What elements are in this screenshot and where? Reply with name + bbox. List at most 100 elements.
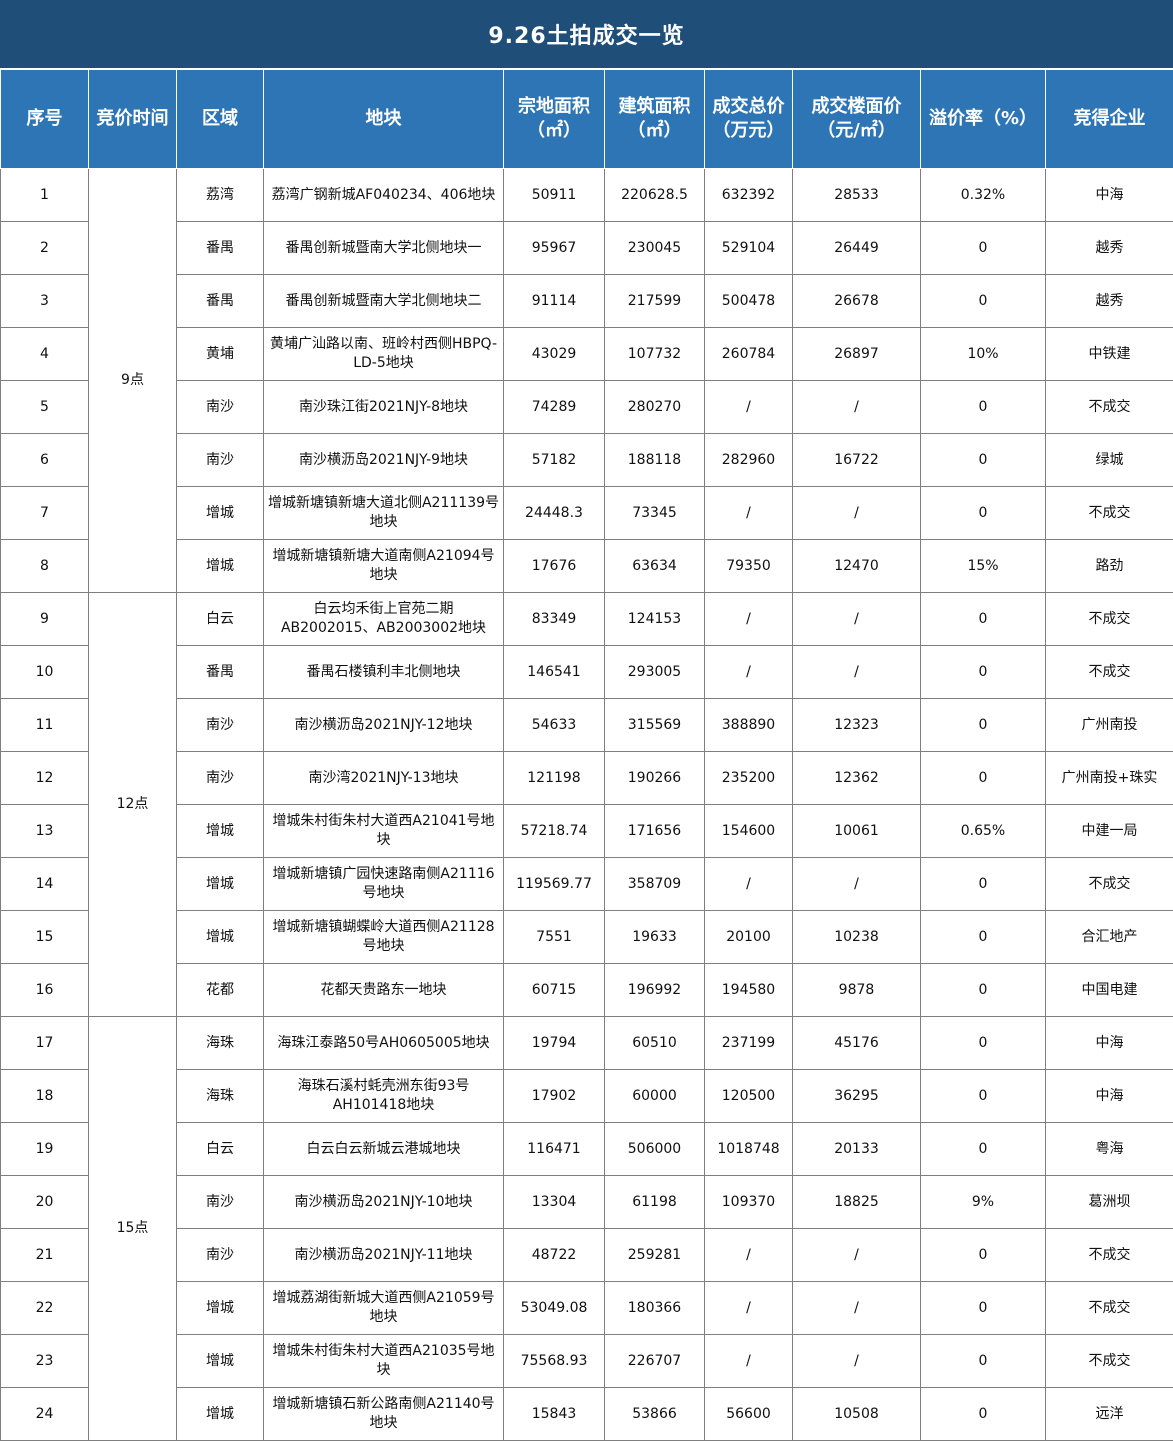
cell-plot: 南沙横沥岛2021NJY-11地块 xyxy=(263,1228,504,1282)
cell-land-area: 15843 xyxy=(503,1387,605,1441)
cell-seq: 17 xyxy=(0,1016,89,1070)
cell-land-area: 50911 xyxy=(503,168,605,222)
cell-company: 中海 xyxy=(1045,168,1173,222)
table-row: 20 南沙 南沙横沥岛2021NJY-10地块 13304 61198 109370 188… xyxy=(0,1175,1173,1229)
cell-seq: 22 xyxy=(0,1281,89,1335)
cell-unit-price: 26678 xyxy=(792,274,921,328)
table-title: 9.26土拍成交一览 xyxy=(0,0,1173,69)
cell-plot: 白云白云新城云港城地块 xyxy=(263,1122,504,1176)
cell-land-area: 53049.08 xyxy=(503,1281,605,1335)
cell-build-area: 293005 xyxy=(604,645,705,699)
cell-land-area: 24448.3 xyxy=(503,486,605,540)
cell-area: 增城 xyxy=(176,539,264,593)
cell-company: 广州南投 xyxy=(1045,698,1173,752)
cell-area: 增城 xyxy=(176,804,264,858)
cell-land-area: 43029 xyxy=(503,327,605,381)
cell-unit-price: / xyxy=(792,592,921,646)
cell-premium: 0 xyxy=(920,221,1046,275)
cell-plot: 黄埔广汕路以南、班岭村西侧HBPQ-LD-5地块 xyxy=(263,327,504,381)
cell-premium: 0 xyxy=(920,1122,1046,1176)
cell-time-group: 12点 xyxy=(88,592,177,1017)
cell-unit-price: 10238 xyxy=(792,910,921,964)
cell-plot: 番禺创新城暨南大学北侧地块一 xyxy=(263,221,504,275)
cell-plot: 番禺创新城暨南大学北侧地块二 xyxy=(263,274,504,328)
cell-plot: 南沙横沥岛2021NJY-9地块 xyxy=(263,433,504,487)
cell-total-price: / xyxy=(704,592,793,646)
cell-plot: 增城荔湖街新城大道西侧A21059号地块 xyxy=(263,1281,504,1335)
cell-premium: 0.32% xyxy=(920,168,1046,222)
cell-build-area: 506000 xyxy=(604,1122,705,1176)
cell-seq: 21 xyxy=(0,1228,89,1282)
cell-plot: 白云均禾街上官苑二期AB2002015、AB2003002地块 xyxy=(263,592,504,646)
cell-plot: 增城新塘镇新塘大道北侧A211139号地块 xyxy=(263,486,504,540)
cell-plot: 增城新塘镇蝴蝶岭大道西侧A21128号地块 xyxy=(263,910,504,964)
cell-seq: 9 xyxy=(0,592,89,646)
cell-unit-price: 12362 xyxy=(792,751,921,805)
cell-seq: 24 xyxy=(0,1387,89,1441)
cell-unit-price: 28533 xyxy=(792,168,921,222)
header-unit-price: 成交楼面价（元/㎡） xyxy=(792,69,921,169)
cell-land-area: 19794 xyxy=(503,1016,605,1070)
cell-company: 中铁建 xyxy=(1045,327,1173,381)
cell-land-area: 116471 xyxy=(503,1122,605,1176)
cell-unit-price: 10061 xyxy=(792,804,921,858)
cell-land-area: 60715 xyxy=(503,963,605,1017)
table-row: 18 海珠 海珠石溪村蚝壳洲东街93号AH101418地块 17902 60000 120… xyxy=(0,1069,1173,1123)
cell-area: 增城 xyxy=(176,857,264,911)
cell-land-area: 91114 xyxy=(503,274,605,328)
cell-company: 不成交 xyxy=(1045,380,1173,434)
table-row: 17 15点 海珠 海珠江泰路50号AH0605005地块 19794 60510 2371… xyxy=(0,1016,1173,1441)
cell-land-area: 7551 xyxy=(503,910,605,964)
cell-total-price: 529104 xyxy=(704,221,793,275)
cell-unit-price: / xyxy=(792,486,921,540)
cell-company: 越秀 xyxy=(1045,274,1173,328)
cell-unit-price: 20133 xyxy=(792,1122,921,1176)
cell-area: 番禺 xyxy=(176,274,264,328)
cell-plot: 花都天贵路东一地块 xyxy=(263,963,504,1017)
cell-total-price: / xyxy=(704,1228,793,1282)
header-premium: 溢价率（%） xyxy=(920,69,1046,169)
cell-build-area: 226707 xyxy=(604,1334,705,1388)
cell-seq: 18 xyxy=(0,1069,89,1123)
cell-land-area: 17902 xyxy=(503,1069,605,1123)
cell-total-price: 109370 xyxy=(704,1175,793,1229)
cell-land-area: 83349 xyxy=(503,592,605,646)
header-time: 竞价时间 xyxy=(88,69,177,169)
cell-plot: 增城新塘镇广园快速路南侧A21116号地块 xyxy=(263,857,504,911)
table-row: 5 南沙 南沙珠江街2021NJY-8地块 74289 280270//0 不成交 xyxy=(0,380,1173,434)
cell-premium: 10% xyxy=(920,327,1046,381)
table-body: 1 9点 荔湾 荔湾广钢新城AF040234、406地块 50911 220628.5 63… xyxy=(0,168,1173,1441)
header-plot: 地块 xyxy=(263,69,504,169)
cell-area: 南沙 xyxy=(176,698,264,752)
table-row: 9 12点 白云 白云均禾街上官苑二期AB2002015、AB2003002地块 833… xyxy=(0,592,1173,1017)
cell-build-area: 180366 xyxy=(604,1281,705,1335)
cell-build-area: 196992 xyxy=(604,963,705,1017)
cell-unit-price: 12470 xyxy=(792,539,921,593)
cell-plot: 荔湾广钢新城AF040234、406地块 xyxy=(263,168,504,222)
cell-premium: 0 xyxy=(920,1334,1046,1388)
cell-plot: 南沙横沥岛2021NJY-10地块 xyxy=(263,1175,504,1229)
cell-land-area: 57182 xyxy=(503,433,605,487)
table-row: 2 番禺 番禺创新城暨南大学北侧地块一 95967 230045 529104 26449 0… xyxy=(0,221,1173,275)
table-row: 6 南沙 南沙横沥岛2021NJY-9地块 57182 188118 282960 1672… xyxy=(0,433,1173,487)
cell-area: 黄埔 xyxy=(176,327,264,381)
cell-total-price: / xyxy=(704,486,793,540)
spreadsheet: 9.26土拍成交一览 序号 竞价时间 区域 地块 宗地面积（㎡） 建筑面积（㎡）… xyxy=(0,0,1173,1441)
table-row: 10 番禺 番禺石楼镇利丰北侧地块 146541 293005//0 不成交 xyxy=(0,645,1173,699)
header-row: 序号 竞价时间 区域 地块 宗地面积（㎡） 建筑面积（㎡） 成交总价（万元） 成… xyxy=(0,69,1173,169)
cell-total-price: 388890 xyxy=(704,698,793,752)
cell-total-price: / xyxy=(704,380,793,434)
cell-company: 粤海 xyxy=(1045,1122,1173,1176)
cell-company: 不成交 xyxy=(1045,645,1173,699)
header-total-price: 成交总价（万元） xyxy=(704,69,793,169)
cell-area: 白云 xyxy=(176,1122,264,1176)
cell-premium: 0 xyxy=(920,645,1046,699)
cell-land-area: 17676 xyxy=(503,539,605,593)
cell-seq: 15 xyxy=(0,910,89,964)
cell-total-price: 20100 xyxy=(704,910,793,964)
cell-company: 中海 xyxy=(1045,1069,1173,1123)
table-row: 23 增城 增城朱村街朱村大道西A21035号地块 75568.93 226707//0… xyxy=(0,1334,1173,1388)
cell-build-area: 61198 xyxy=(604,1175,705,1229)
cell-plot: 番禺石楼镇利丰北侧地块 xyxy=(263,645,504,699)
cell-total-price: 500478 xyxy=(704,274,793,328)
